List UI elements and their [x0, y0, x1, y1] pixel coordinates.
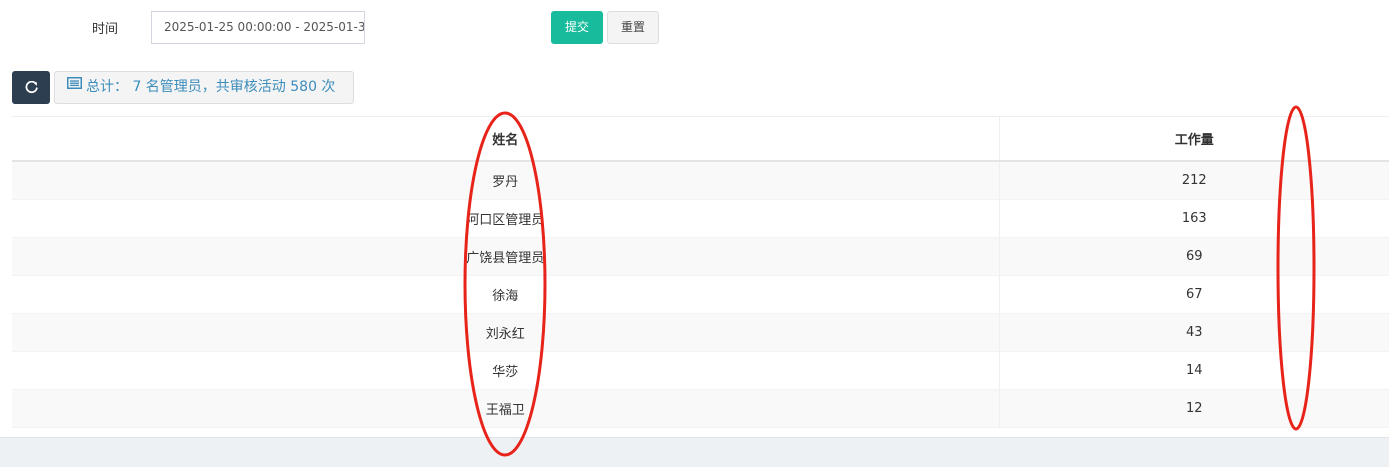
time-label: 时间 — [92, 22, 119, 37]
summary-text: 总计： 7 名管理员，共审核活动 580 次 — [86, 79, 336, 95]
header-name[interactable]: 姓名 — [12, 116, 1000, 162]
table-row: 罗丹 212 — [12, 161, 1389, 200]
table-row: 徐海 67 — [12, 275, 1389, 314]
cell-name: 罗丹 — [12, 161, 1000, 200]
cell-workload: 14 — [999, 351, 1389, 390]
cell-workload: 212 — [999, 161, 1389, 200]
cell-name: 河口区管理员 — [12, 199, 1000, 238]
cell-name: 华莎 — [12, 351, 1000, 390]
footer-bar — [0, 437, 1389, 467]
cell-workload: 163 — [999, 199, 1389, 238]
table-row: 广饶县管理员 69 — [12, 237, 1389, 276]
workload-table: 姓名 工作量 罗丹 212 河口区管理员 163 广饶县管理员 69 徐海 67 — [12, 116, 1389, 428]
cell-name: 王福卫 — [12, 389, 1000, 428]
summary-badge: 总计： 7 名管理员，共审核活动 580 次 — [54, 71, 354, 104]
refresh-button[interactable] — [12, 71, 50, 104]
cell-name: 徐海 — [12, 275, 1000, 314]
table-row: 华莎 14 — [12, 351, 1389, 390]
table-row: 王福卫 12 — [12, 389, 1389, 428]
list-icon — [67, 70, 82, 101]
submit-button[interactable]: 提交 — [551, 11, 603, 44]
header-workload[interactable]: 工作量 — [999, 116, 1389, 162]
cell-workload: 69 — [999, 237, 1389, 276]
table-row: 刘永红 43 — [12, 313, 1389, 352]
reset-button[interactable]: 重置 — [607, 11, 659, 44]
cell-name: 刘永红 — [12, 313, 1000, 352]
cell-name: 广饶县管理员 — [12, 237, 1000, 276]
refresh-icon — [25, 80, 38, 95]
table-header-row: 姓名 工作量 — [12, 116, 1389, 162]
time-range-input[interactable]: 2025-01-25 00:00:00 - 2025-01-3 — [151, 11, 365, 44]
table-row: 河口区管理员 163 — [12, 199, 1389, 238]
filter-form: 时间 2025-01-25 00:00:00 - 2025-01-3 提交 重置 — [0, 0, 1389, 56]
cell-workload: 67 — [999, 275, 1389, 314]
cell-workload: 12 — [999, 389, 1389, 428]
cell-workload: 43 — [999, 313, 1389, 352]
